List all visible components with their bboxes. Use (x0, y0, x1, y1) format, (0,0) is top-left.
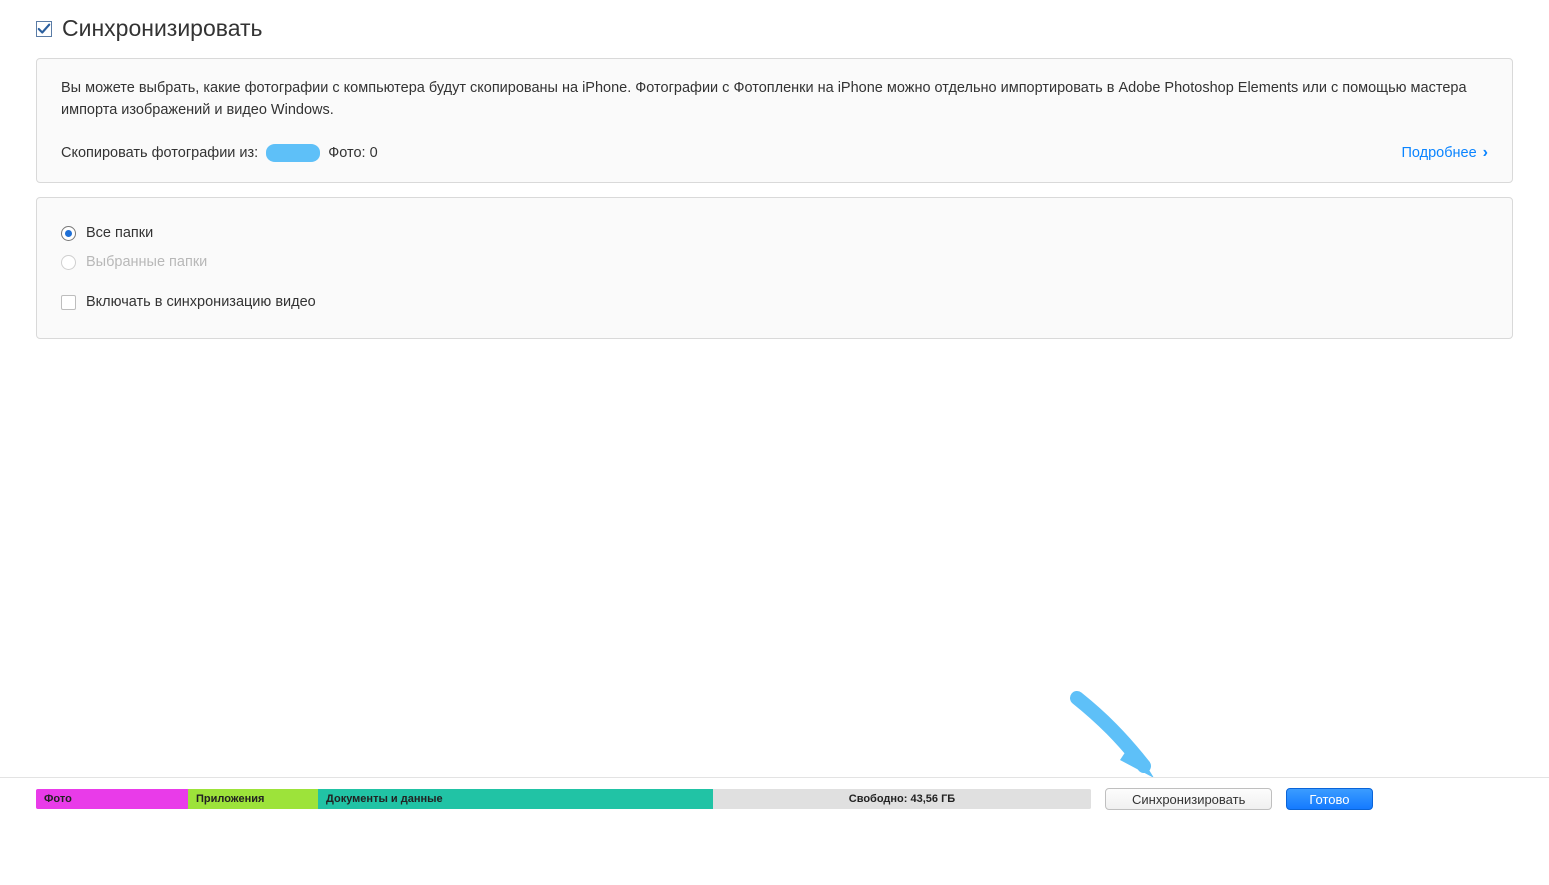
all-folders-label: Все папки (86, 222, 153, 244)
source-label: Скопировать фотографии из: (61, 142, 258, 164)
radio-selected-folders (61, 255, 76, 270)
description-text: Вы можете выбрать, какие фотографии с ко… (61, 77, 1488, 122)
chevron-right-icon: › (1483, 145, 1488, 161)
storage-seg-photo[interactable]: Фото (36, 789, 188, 809)
storage-seg-docs[interactable]: Документы и данные (318, 789, 713, 809)
source-dropdown-redacted[interactable] (266, 144, 320, 162)
storage-seg-apps-label: Приложения (196, 793, 264, 805)
storage-seg-free-label: Свободно: 43,56 ГБ (849, 793, 955, 805)
storage-seg-free: Свободно: 43,56 ГБ (713, 789, 1091, 809)
options-panel: Все папки Выбранные папки Включать в син… (36, 197, 1513, 338)
selected-folders-label: Выбранные папки (86, 251, 207, 273)
include-video-option[interactable]: Включать в синхронизацию видео (61, 291, 1488, 313)
include-video-label: Включать в синхронизацию видео (86, 291, 316, 313)
sync-checkbox[interactable] (36, 21, 52, 37)
storage-seg-photo-label: Фото (44, 793, 72, 805)
description-panel: Вы можете выбрать, какие фотографии с ко… (36, 58, 1513, 183)
photos-count-label: Фото: 0 (328, 142, 377, 164)
sync-button[interactable]: Синхронизировать (1105, 788, 1272, 810)
all-folders-option[interactable]: Все папки (61, 222, 1488, 244)
learn-more-link[interactable]: Подробнее › (1401, 142, 1488, 164)
storage-bar: Фото Приложения Документы и данные Свобо… (36, 789, 1091, 809)
selected-folders-option: Выбранные папки (61, 251, 1488, 273)
storage-seg-apps[interactable]: Приложения (188, 789, 318, 809)
learn-more-label: Подробнее (1401, 142, 1476, 164)
include-video-checkbox[interactable] (61, 295, 76, 310)
done-button[interactable]: Готово (1286, 788, 1372, 810)
source-row: Скопировать фотографии из: Фото: 0 (61, 142, 1488, 164)
page-title: Синхронизировать (62, 15, 263, 42)
radio-all-folders[interactable] (61, 226, 76, 241)
title-row: Синхронизировать (36, 15, 1513, 42)
bottom-bar: Фото Приложения Документы и данные Свобо… (0, 777, 1549, 820)
checkmark-icon (37, 22, 51, 36)
storage-seg-docs-label: Документы и данные (326, 793, 443, 805)
